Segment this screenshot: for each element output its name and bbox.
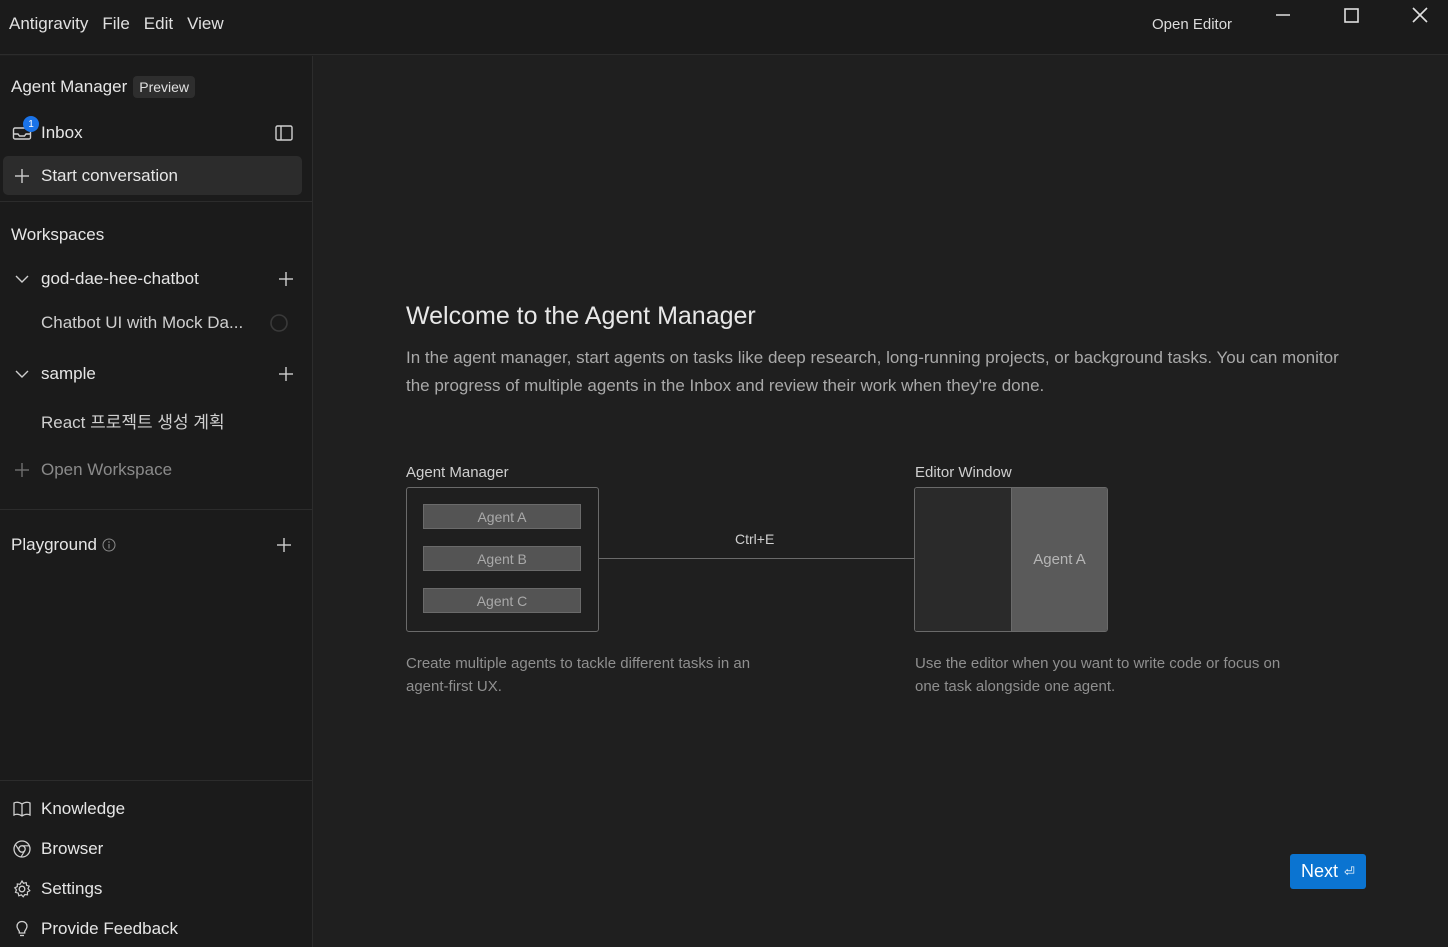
sidebar-item-browser[interactable]: Browser: [41, 839, 261, 859]
diagram-connector: [598, 558, 915, 559]
conversation-item[interactable]: Chatbot UI with Mock Da...: [41, 313, 266, 333]
workspace-sample[interactable]: sample: [41, 364, 241, 384]
diagram-agent-c: Agent C: [423, 588, 581, 613]
workspaces-title: Workspaces: [11, 225, 105, 244]
editor-agent-pane: Agent A: [1011, 488, 1107, 631]
inbox-count-badge: 1: [23, 116, 39, 132]
start-conversation-label-row: Start conversation: [41, 166, 291, 186]
open-editor-button[interactable]: Open Editor: [1152, 16, 1232, 33]
maximize-icon[interactable]: [1340, 6, 1364, 28]
plus-icon: [12, 166, 32, 186]
sidebar: Agent Manager Preview 1 Inbox Start conv…: [0, 56, 313, 947]
page-title: Welcome to the Agent Manager: [406, 302, 756, 330]
diagram-left-label: Agent Manager: [406, 464, 509, 481]
diagram-agent-b: Agent B: [423, 546, 581, 571]
browser-icon: [12, 839, 32, 859]
page-description: In the agent manager, start agents on ta…: [406, 348, 1339, 395]
editor-window-diagram: Agent A: [914, 487, 1108, 632]
toggle-sidebar-icon[interactable]: [274, 123, 294, 143]
add-playground-icon[interactable]: [274, 535, 294, 555]
sidebar-item-feedback[interactable]: Provide Feedback: [41, 919, 281, 939]
close-icon[interactable]: [1408, 6, 1432, 28]
next-label: Next: [1301, 861, 1339, 881]
sidebar-header: Agent Manager Preview: [11, 76, 301, 98]
sidebar-title: Agent Manager: [11, 77, 128, 96]
diagram-right-caption: Use the editor when you want to write co…: [915, 655, 1281, 695]
add-conversation-icon[interactable]: [276, 364, 296, 384]
workspace-name: god-dae-hee-chatbot: [41, 269, 199, 288]
divider: [0, 780, 313, 781]
chevron-down-icon[interactable]: [12, 364, 32, 384]
book-icon: [12, 799, 32, 819]
chevron-down-icon[interactable]: [12, 269, 32, 289]
workspace-god-dae-hee-chatbot[interactable]: god-dae-hee-chatbot: [41, 269, 271, 289]
loading-spinner-icon: [269, 313, 289, 333]
menu-bar: Antigravity File Edit View: [9, 14, 224, 34]
divider: [0, 509, 313, 510]
app-name[interactable]: Antigravity: [9, 14, 88, 34]
sidebar-item-inbox[interactable]: Inbox: [41, 123, 241, 143]
gear-icon: [12, 879, 32, 899]
diagram-agent-a: Agent A: [423, 504, 581, 529]
diagram-left-caption: Create multiple agents to tackle differe…: [406, 655, 751, 695]
minimize-icon[interactable]: [1271, 6, 1295, 28]
menu-file[interactable]: File: [102, 14, 129, 34]
conversation-title: Chatbot UI with Mock Da...: [41, 313, 244, 332]
next-button[interactable]: Next ⏎: [1290, 854, 1366, 889]
start-conversation-label: Start conversation: [41, 166, 179, 185]
title-bar: Antigravity File Edit View Open Editor: [0, 0, 1448, 55]
editor-pane: [915, 488, 1011, 631]
preview-badge: Preview: [133, 76, 196, 98]
sidebar-item-settings[interactable]: Settings: [41, 879, 261, 899]
inbox-label: Inbox: [41, 123, 83, 142]
menu-view[interactable]: View: [187, 14, 224, 34]
add-conversation-icon[interactable]: [276, 269, 296, 289]
playground-label: Playground: [11, 535, 98, 554]
browser-label: Browser: [41, 839, 104, 858]
plus-icon: [12, 460, 32, 480]
diagram-right-label: Editor Window: [915, 464, 1012, 481]
feedback-label: Provide Feedback: [41, 919, 179, 938]
workspace-name: sample: [41, 364, 96, 383]
sidebar-item-knowledge[interactable]: Knowledge: [41, 799, 261, 819]
conversation-item[interactable]: React 프로젝트 생성 계획: [41, 408, 291, 433]
shortcut-label: Ctrl+E: [735, 531, 775, 547]
lightbulb-icon: [12, 919, 32, 939]
playground-heading[interactable]: Playground: [11, 535, 211, 555]
divider: [0, 201, 313, 202]
knowledge-label: Knowledge: [41, 799, 126, 818]
menu-edit[interactable]: Edit: [144, 14, 173, 34]
enter-key-icon: ⏎: [1344, 863, 1355, 879]
settings-label: Settings: [41, 879, 103, 898]
info-icon[interactable]: [102, 538, 116, 552]
workspaces-heading: Workspaces: [11, 225, 211, 245]
open-workspace-button[interactable]: Open Workspace: [41, 460, 261, 480]
conversation-title: React 프로젝트 생성 계획: [41, 413, 225, 432]
open-workspace-label: Open Workspace: [41, 460, 173, 479]
